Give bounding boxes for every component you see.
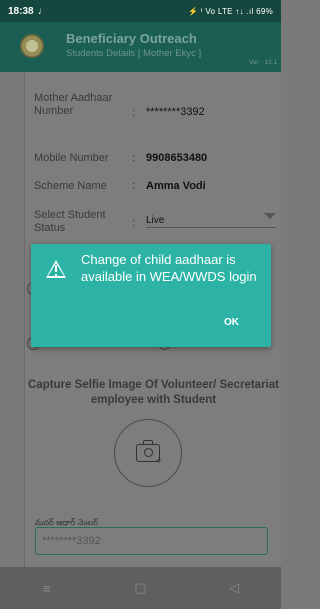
emblem-logo [20, 34, 44, 58]
mother-aadhaar-value: ********3392 [146, 106, 205, 118]
capture-instructions: Capture Selfie Image Of Volunteer/ Secre… [28, 379, 279, 406]
version-label: Ver - 13.1 [248, 59, 277, 66]
app-bar: Beneficiary Outreach Students Details [ … [0, 22, 281, 72]
status-indicators: ⚡ ᵗ Vo LTE ↑↓ .ıl 69% [187, 6, 273, 16]
colon: : [132, 180, 136, 192]
system-nav-bar: ≡ ▢ ◁ [0, 567, 281, 609]
colon: : [132, 107, 136, 119]
status-time: 18:38 [8, 5, 34, 17]
status-bar: 18:38 ♩ ⚡ ᵗ Vo LTE ↑↓ .ıl 69% [0, 0, 281, 22]
mobile-value: 9908653480 [146, 152, 208, 164]
colon: : [132, 217, 136, 229]
mobile-label: Mobile Number [34, 152, 109, 164]
dropdown-arrow-icon[interactable] [264, 213, 276, 219]
warning-dot [55, 274, 57, 276]
warning-mark [55, 265, 57, 272]
mother-aadhaar-label: Mother Aadhaar Number [34, 92, 113, 117]
menu-icon[interactable]: ≡ [27, 581, 67, 596]
select-underline [146, 227, 276, 228]
home-icon[interactable]: ▢ [120, 580, 160, 596]
student-status-row: Select Student Status : Live [34, 209, 279, 239]
music-note-icon: ♩ [37, 5, 48, 17]
back-icon[interactable]: ◁ [214, 580, 254, 596]
student-status-select[interactable]: Live [146, 215, 164, 226]
camera-lens-icon [144, 448, 153, 457]
alert-dialog: Change of child aadhaar is available in … [31, 244, 271, 347]
app-subtitle: Students Details [ Mother Ekyc ] [66, 48, 202, 59]
plus-icon: + [156, 456, 162, 467]
dialog-message: Change of child aadhaar is available in … [81, 252, 257, 284]
scheme-label: Scheme Name [34, 180, 107, 192]
app-title: Beneficiary Outreach [66, 31, 197, 46]
ok-button[interactable]: OK [224, 317, 239, 328]
aadhaar-input[interactable] [35, 527, 268, 555]
student-status-label: Select Student Status [34, 209, 106, 234]
scheme-value: Amma Vodi [146, 180, 206, 192]
colon: : [132, 152, 136, 164]
capture-photo-button[interactable]: + [114, 419, 182, 487]
